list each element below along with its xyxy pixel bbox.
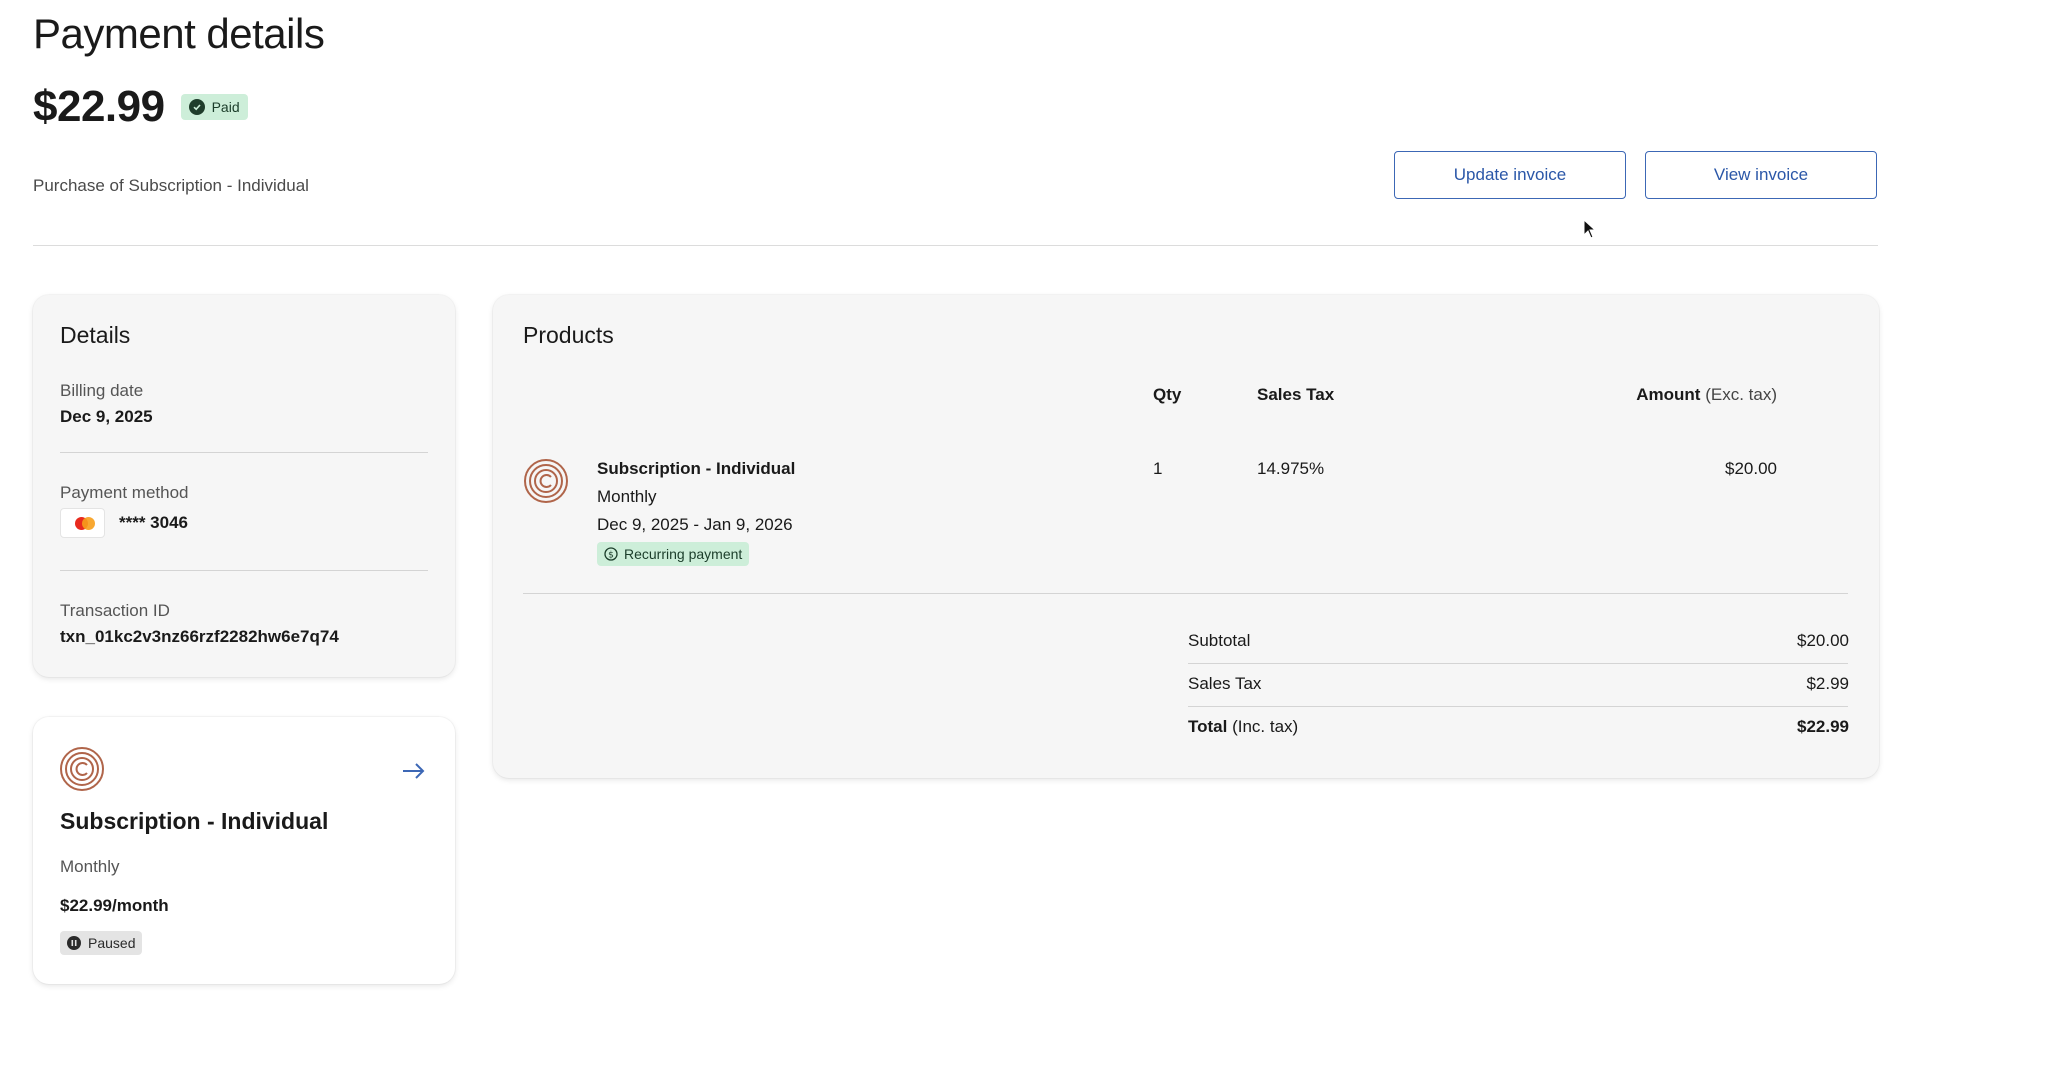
status-badge-paid: Paid (180, 94, 248, 120)
recurring-payment-label: Recurring payment (624, 546, 743, 562)
column-header-amount: Amount (Exc. tax) (1636, 385, 1777, 405)
pause-icon (67, 936, 81, 950)
details-title: Details (60, 322, 131, 348)
details-divider (60, 452, 428, 453)
product-period: Dec 9, 2025 - Jan 9, 2026 (597, 515, 793, 534)
payment-method-label: Payment method (60, 483, 189, 502)
amount-row: $22.99 Paid (33, 82, 248, 132)
product-qty: 1 (1153, 459, 1163, 478)
billing-date-label: Billing date (60, 381, 144, 400)
subtotal-label: Subtotal (1188, 631, 1251, 650)
total-label: Total (Inc. tax) (1188, 717, 1298, 737)
subscription-name: Subscription - Individual (60, 808, 329, 834)
product-interval: Monthly (597, 487, 657, 506)
column-header-qty: Qty (1153, 385, 1182, 404)
details-divider (60, 570, 428, 571)
subscription-card[interactable]: Subscription - Individual Monthly $22.99… (33, 717, 455, 984)
amount-header-label: Amount (1636, 385, 1701, 404)
sales-tax-label: Sales Tax (1188, 674, 1262, 693)
card-number: **** 3046 (119, 513, 189, 532)
transaction-id-label: Transaction ID (60, 601, 170, 620)
total-label-note: (Inc. tax) (1232, 717, 1299, 736)
status-badge-label: Paid (211, 99, 240, 115)
payment-amount: $22.99 (33, 82, 165, 131)
column-header-sales-tax: Sales Tax (1257, 385, 1335, 404)
subtotal-value: $20.00 (1797, 631, 1849, 650)
amount-header-note: (Exc. tax) (1705, 385, 1777, 404)
svg-text:$: $ (608, 551, 614, 561)
recurring-icon: $ (604, 547, 618, 561)
subscription-interval: Monthly (60, 857, 120, 876)
product-tax-rate: 14.975% (1257, 459, 1325, 478)
products-card: Products Qty Sales Tax Amount (Exc. tax)… (493, 295, 1879, 778)
billing-date-value: Dec 9, 2025 (60, 407, 153, 426)
check-circle-icon (188, 99, 205, 115)
paused-label: Paused (88, 935, 136, 951)
transaction-id-value: txn_01kc2v3nz66rzf2282hw6e7q74 (60, 627, 339, 646)
recurring-payment-badge: $ Recurring payment (597, 542, 750, 566)
payment-description: Purchase of Subscription - Individual (33, 176, 309, 195)
mouse-cursor-icon (1583, 219, 1597, 239)
view-invoice-button[interactable]: View invoice (1645, 151, 1877, 199)
header-divider (33, 245, 1878, 246)
product-amount: $20.00 (1725, 459, 1777, 478)
mastercard-icon (60, 508, 105, 538)
total-value: $22.99 (1797, 717, 1849, 736)
status-badge-paused: Paused (60, 931, 143, 955)
payment-details-page: Payment details $22.99 Paid Purchase of … (0, 0, 2062, 1070)
update-invoice-button[interactable]: Update invoice (1394, 151, 1626, 199)
details-card: Details Billing date Dec 9, 2025 Payment… (33, 295, 455, 677)
total-label-text: Total (1188, 717, 1228, 736)
summary-divider (1188, 663, 1848, 664)
summary-divider (1188, 706, 1848, 707)
products-divider (523, 593, 1848, 594)
products-title: Products (523, 322, 614, 348)
page-title: Payment details (33, 10, 325, 57)
arrow-right-icon[interactable] (401, 761, 427, 781)
product-name: Subscription - Individual (597, 459, 796, 478)
sales-tax-value: $2.99 (1806, 674, 1849, 693)
fingerprint-logo-icon (524, 459, 568, 503)
subscription-price: $22.99/month (60, 896, 169, 915)
fingerprint-logo-icon (60, 747, 104, 791)
